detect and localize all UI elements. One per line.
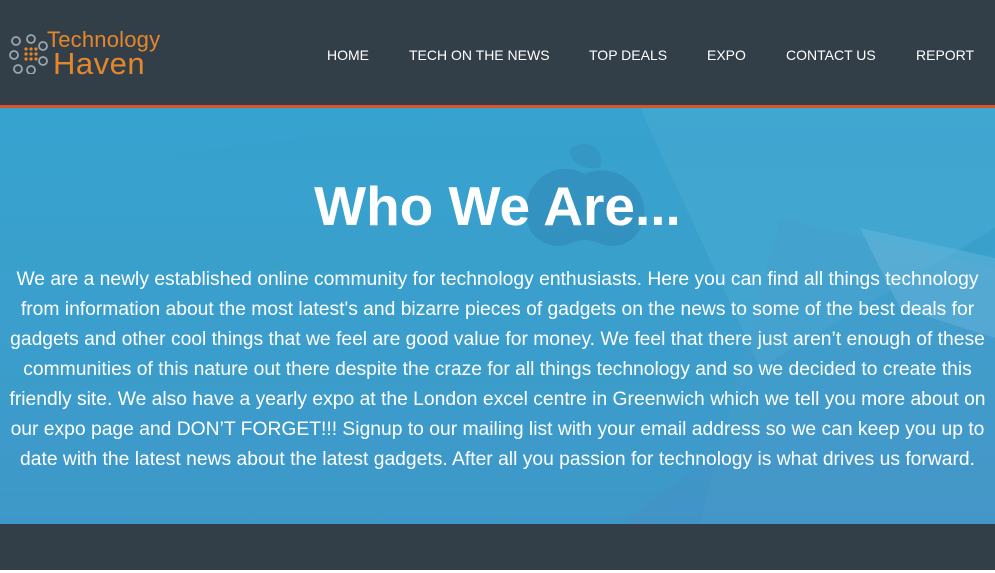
nav-home[interactable]: HOME bbox=[327, 46, 369, 64]
nav-expo[interactable]: EXPO bbox=[707, 46, 746, 64]
hero-section: Who We Are... We are a newly established… bbox=[0, 108, 995, 524]
footer-band bbox=[0, 524, 995, 570]
nav-top-deals[interactable]: TOP DEALS bbox=[589, 46, 667, 64]
hero-title: Who We Are... bbox=[314, 175, 681, 237]
main-nav: HOME TECH ON THE NEWS TOP DEALS EXPO CON… bbox=[0, 46, 995, 66]
nav-tech-on-the-news[interactable]: TECH ON THE NEWS bbox=[409, 46, 550, 64]
hero-description: We are a newly established online commun… bbox=[9, 269, 986, 470]
nav-contact-us[interactable]: CONTACT US bbox=[786, 46, 876, 64]
nav-report[interactable]: REPORT bbox=[916, 46, 974, 64]
site-header: Technology Haven HOME TECH ON THE NEWS T… bbox=[0, 0, 995, 108]
